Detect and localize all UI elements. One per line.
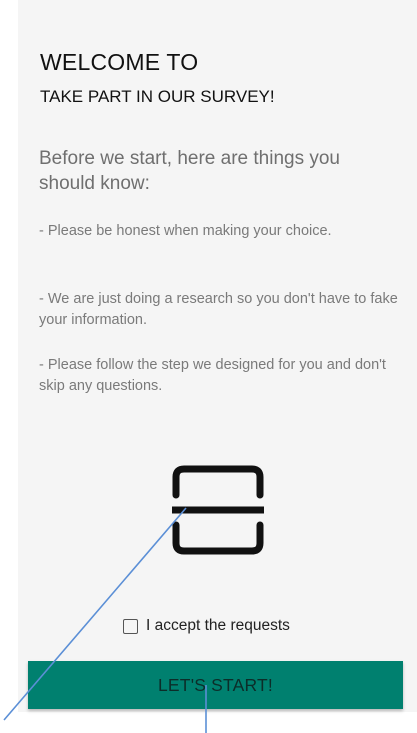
intro-text: Before we start, here are things you sho… xyxy=(39,148,340,194)
rule-item: - We are just doing a research so you do… xyxy=(39,291,398,328)
lets-start-button[interactable]: LET'S START! xyxy=(28,661,403,709)
scan-icon xyxy=(172,465,264,555)
page-title: WELCOME TO xyxy=(40,49,199,75)
rule-item: - Please follow the step we designed for… xyxy=(39,357,386,394)
rule-item: - Please be honest when making your choi… xyxy=(39,223,332,239)
accept-requests-checkbox-row[interactable]: I accept the requests xyxy=(123,615,290,637)
accept-requests-label[interactable]: I accept the requests xyxy=(146,617,290,635)
accept-requests-checkbox[interactable] xyxy=(123,618,138,634)
page: WELCOME TO TAKE PART IN OUR SURVEY! Befo… xyxy=(0,0,417,733)
page-subtitle: TAKE PART IN OUR SURVEY! xyxy=(40,87,275,106)
